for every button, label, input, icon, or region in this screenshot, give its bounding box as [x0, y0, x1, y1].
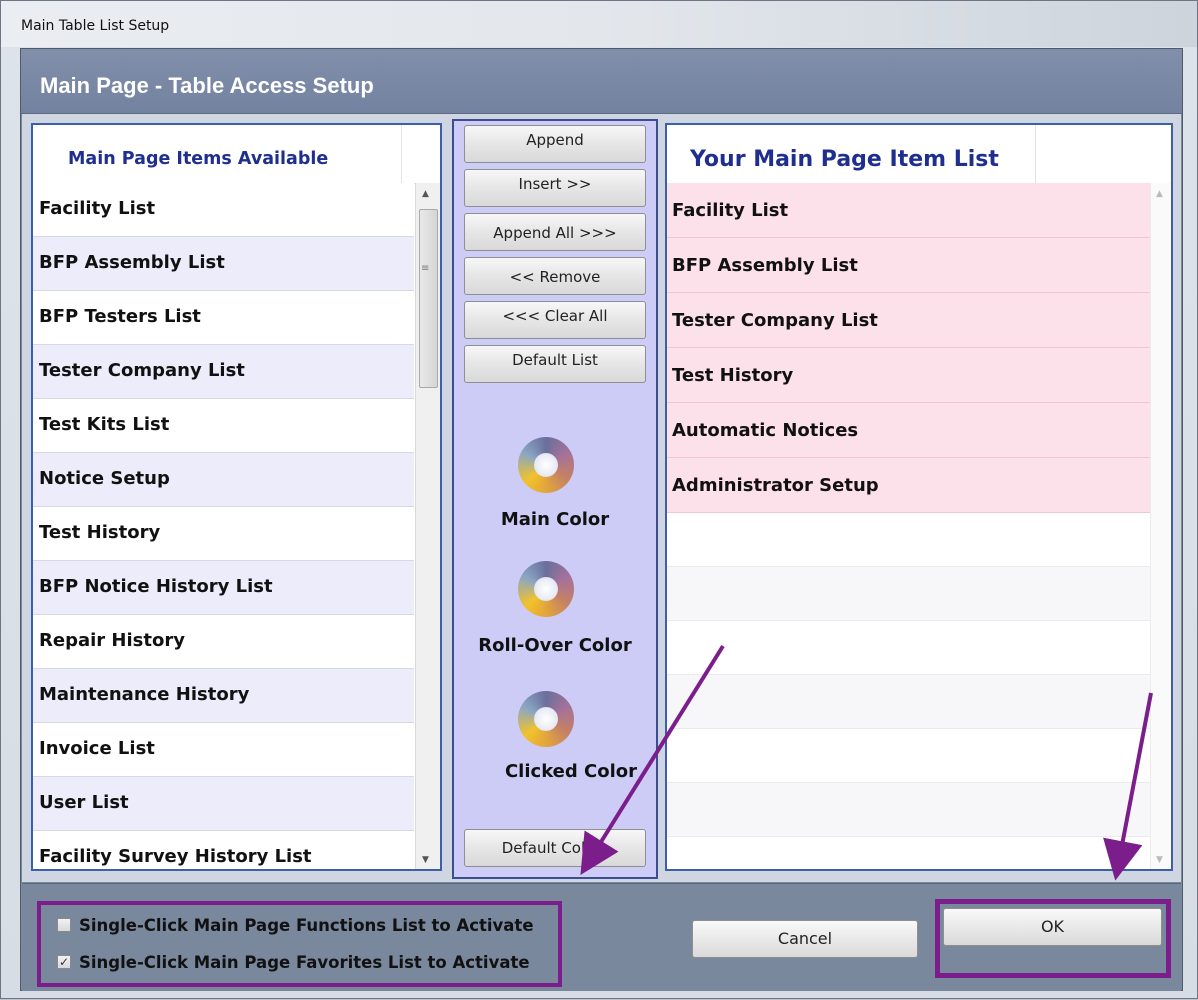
- main-color-label: Main Color: [500, 509, 610, 530]
- selected-item-label: Administrator Setup: [672, 475, 879, 496]
- selected-heading: Your Main Page Item List: [690, 147, 999, 172]
- window-title: Main Table List Setup: [21, 18, 170, 34]
- available-list-header: Main Page Items Available: [33, 125, 440, 184]
- dialog-footer: Single-Click Main Page Functions List to…: [22, 883, 1181, 991]
- available-item-label: Facility Survey History List: [39, 846, 312, 867]
- clicked-color-wheel-icon[interactable]: [518, 691, 574, 747]
- insert-button[interactable]: Insert >>: [464, 169, 646, 207]
- selected-item-label: Automatic Notices: [672, 420, 859, 441]
- selected-item-label: Test History: [672, 365, 794, 386]
- empty-row: [667, 729, 1153, 783]
- available-heading: Main Page Items Available: [68, 149, 329, 169]
- available-item-label: BFP Notice History List: [39, 576, 273, 597]
- clicked-color-label: Clicked Color: [504, 761, 638, 782]
- available-item-label: Test History: [39, 522, 161, 543]
- functions-checkbox[interactable]: [57, 918, 71, 932]
- append-button[interactable]: Append: [464, 125, 646, 163]
- functions-option-label: Single-Click Main Page Functions List to…: [79, 916, 534, 935]
- selected-item[interactable]: Automatic Notices: [667, 403, 1153, 458]
- available-item-label: Repair History: [39, 630, 185, 651]
- available-item[interactable]: Facility List: [33, 183, 414, 237]
- available-item[interactable]: BFP Testers List: [33, 291, 414, 345]
- default-list-button[interactable]: Default List: [464, 345, 646, 383]
- scroll-thumb[interactable]: [419, 209, 438, 388]
- main-color-wheel-icon[interactable]: [518, 437, 574, 493]
- available-item[interactable]: Invoice List: [33, 723, 414, 777]
- empty-row: [667, 513, 1153, 567]
- available-item[interactable]: Repair History: [33, 615, 414, 669]
- activation-options-highlight: Single-Click Main Page Functions List to…: [37, 901, 562, 987]
- available-item-label: User List: [39, 792, 129, 813]
- selected-item-label: BFP Assembly List: [672, 255, 858, 276]
- available-item-label: Facility List: [39, 198, 156, 219]
- available-item[interactable]: Test History: [33, 507, 414, 561]
- selected-item[interactable]: Facility List: [667, 183, 1153, 238]
- empty-row: [667, 621, 1153, 675]
- selected-rows: Facility List BFP Assembly List Tester C…: [667, 183, 1153, 513]
- selected-item-label: Facility List: [672, 200, 789, 221]
- selected-item[interactable]: BFP Assembly List: [667, 238, 1153, 293]
- available-item[interactable]: Notice Setup: [33, 453, 414, 507]
- selected-item-label: Tester Company List: [672, 310, 878, 331]
- available-item-label: BFP Assembly List: [39, 252, 225, 273]
- selected-items-list[interactable]: Your Main Page Item List Facility List B…: [665, 123, 1173, 871]
- rollover-color-label: Roll-Over Color: [478, 635, 632, 656]
- clear-all-button[interactable]: <<< Clear All: [464, 301, 646, 339]
- available-item[interactable]: BFP Notice History List: [33, 561, 414, 615]
- cancel-button[interactable]: Cancel: [692, 920, 918, 958]
- grip-icon: ≡: [421, 263, 430, 274]
- empty-row: [667, 675, 1153, 729]
- scroll-down-icon[interactable]: ▼: [1156, 855, 1163, 865]
- scroll-down-icon[interactable]: ▼: [422, 855, 429, 865]
- title-bar[interactable]: Main Table List Setup: [1, 1, 1197, 47]
- page-header: Main Page - Table Access Setup: [21, 49, 1182, 114]
- selected-header-cell: Your Main Page Item List: [667, 125, 1036, 183]
- available-item-label: Maintenance History: [39, 684, 250, 705]
- action-panel: Append Insert >> Append All >>> << Remov…: [452, 119, 658, 879]
- available-item-label: BFP Testers List: [39, 306, 201, 327]
- selected-item[interactable]: Tester Company List: [667, 293, 1153, 348]
- available-item[interactable]: User List: [33, 777, 414, 831]
- available-item[interactable]: Maintenance History: [33, 669, 414, 723]
- empty-row: [667, 567, 1153, 621]
- favorites-checkbox[interactable]: ✓: [57, 955, 71, 969]
- dialog-window: Main Table List Setup Main Page - Table …: [0, 0, 1198, 999]
- available-item-label: Test Kits List: [39, 414, 170, 435]
- available-item-label: Invoice List: [39, 738, 155, 759]
- dialog-client: Main Page - Table Access Setup Main Page…: [20, 48, 1183, 991]
- available-header-cell: Main Page Items Available: [33, 125, 402, 183]
- available-rows: Facility List BFP Assembly List BFP Test…: [33, 183, 414, 869]
- setup-body: Main Page Items Available Facility List …: [22, 114, 1181, 882]
- available-items-list[interactable]: Main Page Items Available Facility List …: [31, 123, 442, 871]
- page-title: Main Page - Table Access Setup: [40, 73, 374, 98]
- selected-empty-rows: [667, 513, 1153, 837]
- selected-item[interactable]: Administrator Setup: [667, 458, 1153, 513]
- available-item[interactable]: Test Kits List: [33, 399, 414, 453]
- available-item[interactable]: Facility Survey History List: [33, 831, 414, 869]
- selected-item[interactable]: Test History: [667, 348, 1153, 403]
- scroll-up-icon[interactable]: ▲: [422, 189, 429, 199]
- empty-row: [667, 783, 1153, 837]
- default-colors-button[interactable]: Default Colors: [464, 829, 646, 867]
- available-item-label: Tester Company List: [39, 360, 245, 381]
- append-all-button[interactable]: Append All >>>: [464, 213, 646, 251]
- available-scrollbar[interactable]: ▲ ≡ ▼: [415, 183, 440, 869]
- remove-button[interactable]: << Remove: [464, 257, 646, 295]
- selected-scrollbar[interactable]: ▲ ▼: [1150, 183, 1171, 869]
- available-item-label: Notice Setup: [39, 468, 170, 489]
- favorites-option-label: Single-Click Main Page Favorites List to…: [79, 953, 530, 972]
- available-item[interactable]: BFP Assembly List: [33, 237, 414, 291]
- selected-list-header: Your Main Page Item List: [667, 125, 1171, 184]
- scroll-up-icon[interactable]: ▲: [1156, 189, 1163, 199]
- ok-button[interactable]: OK: [943, 908, 1162, 946]
- rollover-color-wheel-icon[interactable]: [518, 561, 574, 617]
- available-item[interactable]: Tester Company List: [33, 345, 414, 399]
